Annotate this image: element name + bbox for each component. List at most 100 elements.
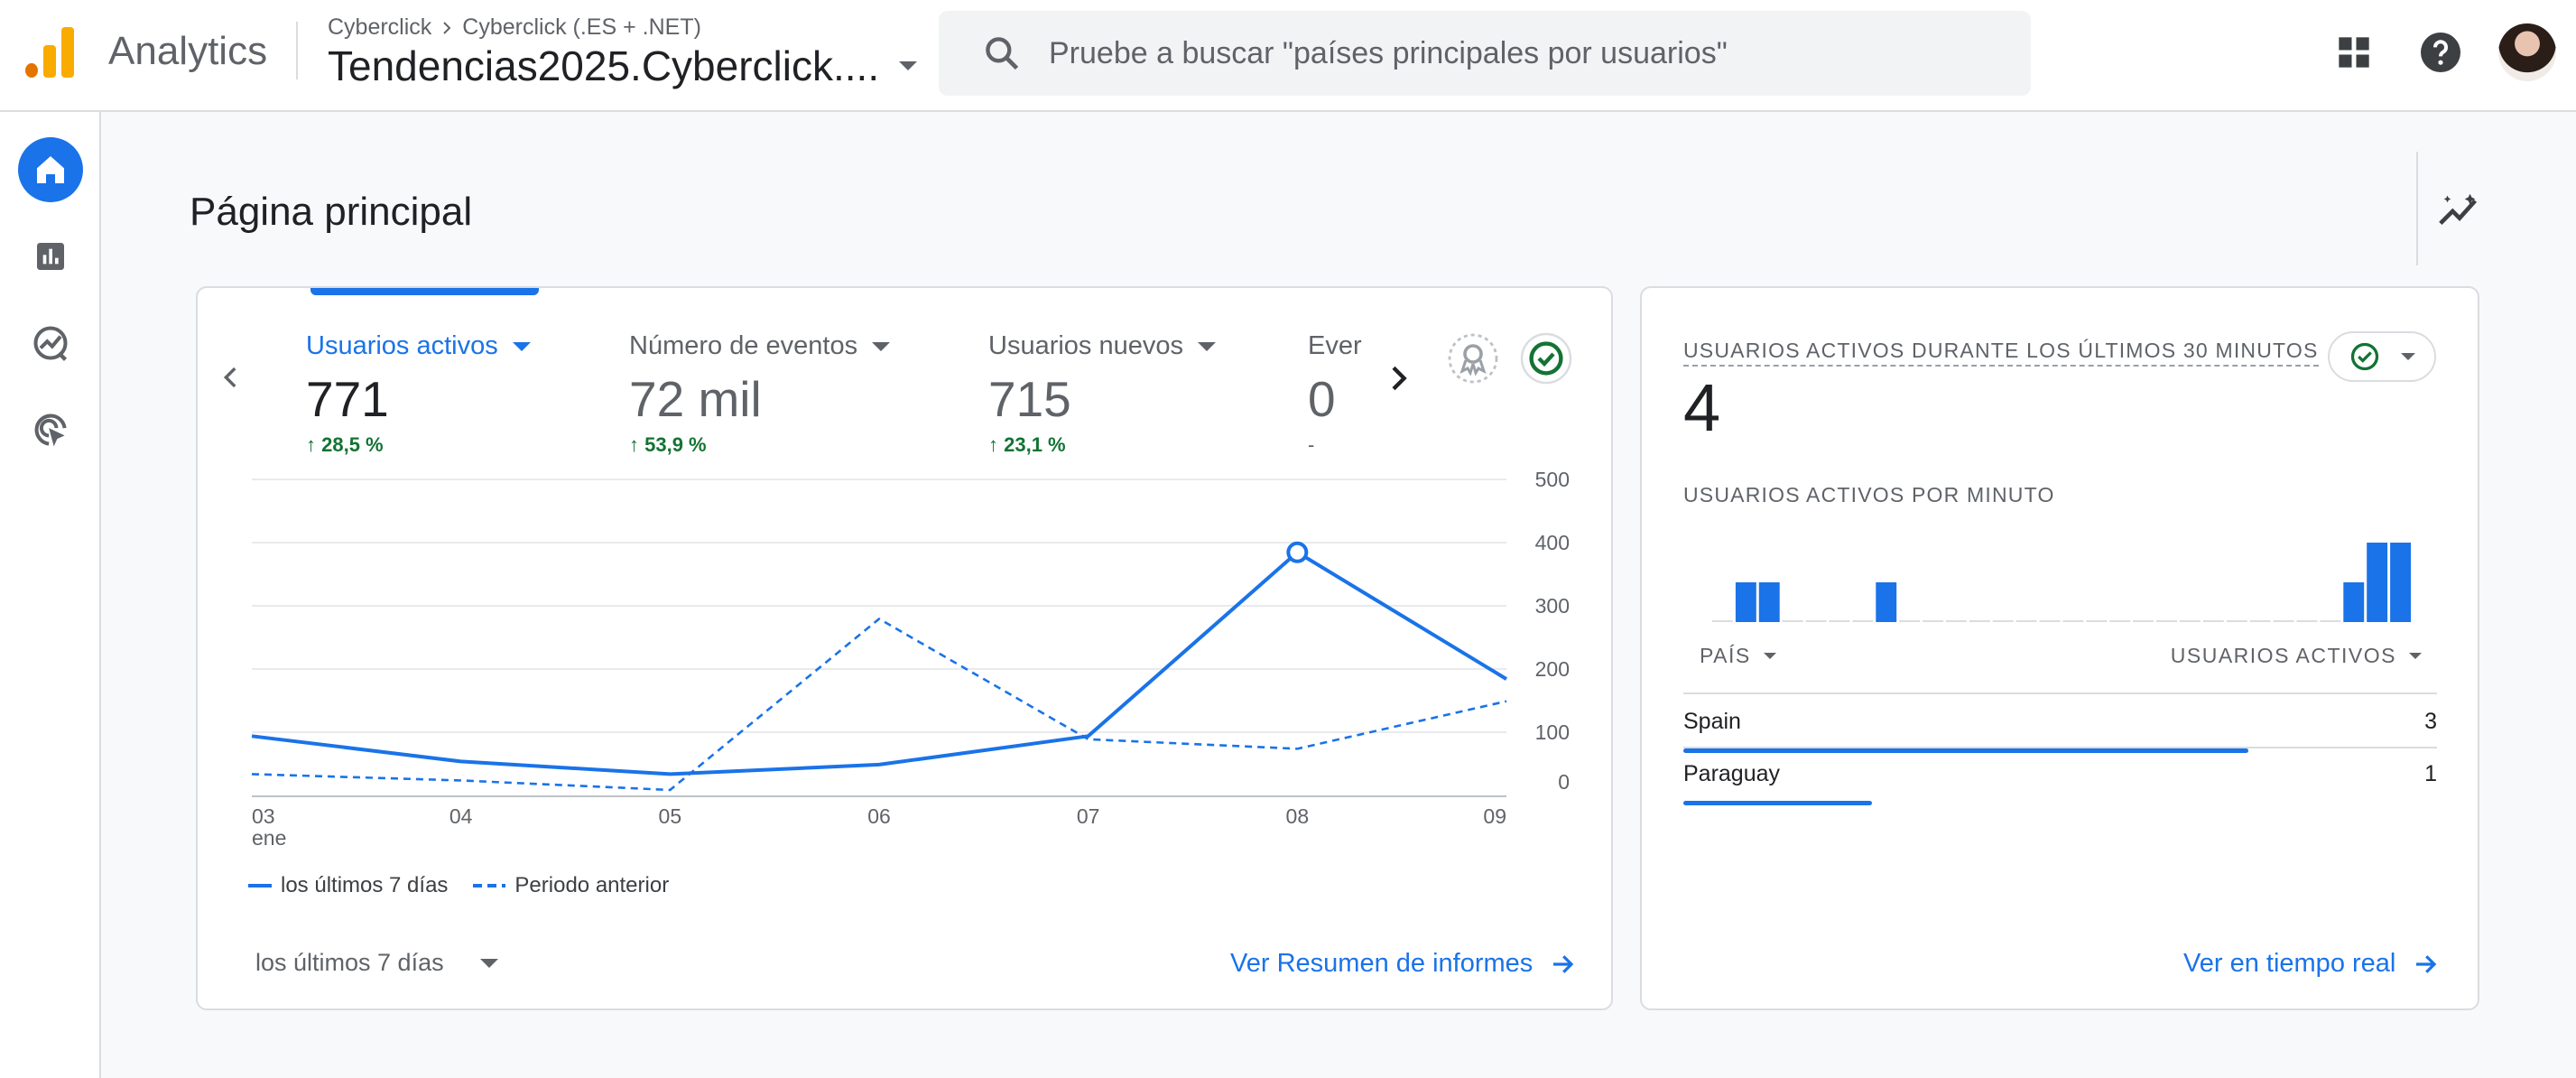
minute-bar[interactable] <box>2086 620 2108 622</box>
view-realtime-link[interactable]: Ver en tiempo real <box>2183 949 2439 979</box>
column-header-active-users[interactable]: USUARIOS ACTIVOS <box>2171 644 2422 668</box>
help-icon[interactable] <box>2419 31 2462 74</box>
country-users: 3 <box>2424 709 2437 734</box>
overview-card: Usuarios activos 771 ↑ 28,5 % Número de … <box>196 286 1613 1010</box>
date-range-selector[interactable]: los últimos 7 días <box>255 949 498 977</box>
table-row[interactable]: Paraguay 1 <box>1683 756 2437 810</box>
view-reports-summary-link[interactable]: Ver Resumen de informes <box>1230 949 1576 979</box>
breadcrumb[interactable]: Cyberclick Cyberclick (.ES + .NET) <box>328 14 701 41</box>
y-tick-label: 500 <box>1535 468 1570 491</box>
apps-grid-icon[interactable] <box>2336 34 2372 70</box>
chevron-down-icon <box>479 958 498 968</box>
minute-bar[interactable] <box>1758 582 1780 622</box>
insights-icon[interactable] <box>2437 190 2482 229</box>
realtime-card: USUARIOS ACTIVOS DURANTE LOS ÚLTIMOS 30 … <box>1640 286 2479 1010</box>
minute-bar[interactable] <box>1852 620 1874 622</box>
legend-label: Periodo anterior <box>514 873 670 897</box>
chart-legend: los últimos 7 días Periodo anterior <box>248 873 669 898</box>
chevron-down-icon <box>2409 653 2422 659</box>
x-tick-label: 05 <box>659 804 682 828</box>
home-icon <box>37 156 64 183</box>
table-row[interactable]: Spain 3 <box>1683 703 2437 757</box>
legend-label: los últimos 7 días <box>281 873 449 897</box>
share-bar <box>1683 748 2249 753</box>
x-tick-label: 09 <box>1483 804 1506 828</box>
analytics-logo[interactable] <box>25 25 76 78</box>
search-input[interactable] <box>1049 35 1951 71</box>
divider <box>2416 152 2418 265</box>
minute-bar[interactable] <box>1992 620 2014 622</box>
minute-bar[interactable] <box>1712 620 1733 622</box>
x-tick-label: 07 <box>1077 804 1100 828</box>
minute-bar[interactable] <box>2062 620 2084 622</box>
minute-bar[interactable] <box>2180 620 2201 622</box>
advertising-icon <box>34 414 67 447</box>
link-label: Ver Resumen de informes <box>1230 949 1534 978</box>
x-tick-label: 06 <box>867 804 891 828</box>
minute-bar[interactable] <box>1735 582 1756 622</box>
legend-item-current: los últimos 7 días <box>248 873 448 898</box>
minute-bar[interactable] <box>2273 620 2294 622</box>
minute-bar[interactable] <box>1969 620 1990 622</box>
minute-bar[interactable] <box>2109 620 2131 622</box>
minute-bar[interactable] <box>1829 620 1850 622</box>
chevron-down-icon <box>1763 653 1776 659</box>
nav-advertising[interactable] <box>18 397 83 462</box>
chevron-down-icon <box>899 61 918 70</box>
page-title: Página principal <box>190 190 473 234</box>
nav-reports[interactable] <box>18 224 83 289</box>
y-tick-label: 200 <box>1535 657 1570 681</box>
minute-bar[interactable] <box>2039 620 2061 622</box>
series-line-current <box>251 550 1508 776</box>
divider <box>296 22 298 79</box>
per-minute-bar-chart <box>1712 543 2411 622</box>
chevron-right-icon <box>443 21 451 34</box>
minute-bar[interactable] <box>2343 582 2365 622</box>
minute-bar[interactable] <box>1876 582 1897 622</box>
app-name: Analytics <box>108 29 268 73</box>
check-status-icon <box>2350 342 2379 371</box>
minute-bar[interactable] <box>2367 543 2388 622</box>
minute-bar[interactable] <box>1782 620 1803 622</box>
minute-bar[interactable] <box>2202 620 2224 622</box>
column-header-country[interactable]: PAÍS <box>1700 644 1776 668</box>
x-tick-label: 08 <box>1286 804 1310 828</box>
property-selector[interactable]: Tendencias2025.Cyberclick.... <box>328 42 918 90</box>
link-label: Ver en tiempo real <box>2183 949 2396 978</box>
solid-line-swatch <box>248 884 272 887</box>
search-icon <box>986 37 1019 70</box>
minute-bar[interactable] <box>2133 620 2154 622</box>
minute-bar[interactable] <box>2390 543 2411 622</box>
chevron-down-icon <box>2401 353 2415 360</box>
y-tick-label: 300 <box>1535 594 1570 618</box>
minute-bar[interactable] <box>1923 620 1943 622</box>
breadcrumb-account[interactable]: Cyberclick <box>328 14 431 41</box>
property-name: Tendencias2025.Cyberclick.... <box>328 42 880 89</box>
realtime-status-dropdown[interactable] <box>2328 331 2436 382</box>
breadcrumb-property[interactable]: Cyberclick (.ES + .NET) <box>462 14 701 41</box>
arrow-right-icon <box>1553 954 1574 973</box>
minute-bar[interactable] <box>2296 620 2318 622</box>
date-range-label: los últimos 7 días <box>255 949 444 976</box>
nav-explore[interactable] <box>18 311 83 376</box>
avatar[interactable] <box>2498 23 2556 81</box>
search-bar[interactable] <box>939 11 2031 96</box>
minute-bar[interactable] <box>2156 620 2177 622</box>
active-users-chart: 500 400 300 200 100 0 03 04 05 06 07 08 09 ene <box>251 468 1570 850</box>
y-tick-label: 100 <box>1535 720 1570 744</box>
nav-home[interactable] <box>18 137 83 202</box>
divider <box>1683 747 2437 748</box>
minute-bar[interactable] <box>1946 620 1967 622</box>
minute-bar[interactable] <box>2249 620 2271 622</box>
minute-bar[interactable] <box>1899 620 1921 622</box>
x-tick-label: 04 <box>449 804 473 828</box>
arrow-right-icon <box>2416 954 2437 973</box>
realtime-title[interactable]: USUARIOS ACTIVOS DURANTE LOS ÚLTIMOS 30 … <box>1683 339 2319 367</box>
minute-bar[interactable] <box>2320 620 2341 622</box>
legend-item-previous: Periodo anterior <box>473 873 669 898</box>
minute-bar[interactable] <box>1805 620 1827 622</box>
explore-icon <box>33 326 68 361</box>
side-navigation <box>0 112 101 1078</box>
minute-bar[interactable] <box>2015 620 2037 622</box>
minute-bar[interactable] <box>2226 620 2247 622</box>
